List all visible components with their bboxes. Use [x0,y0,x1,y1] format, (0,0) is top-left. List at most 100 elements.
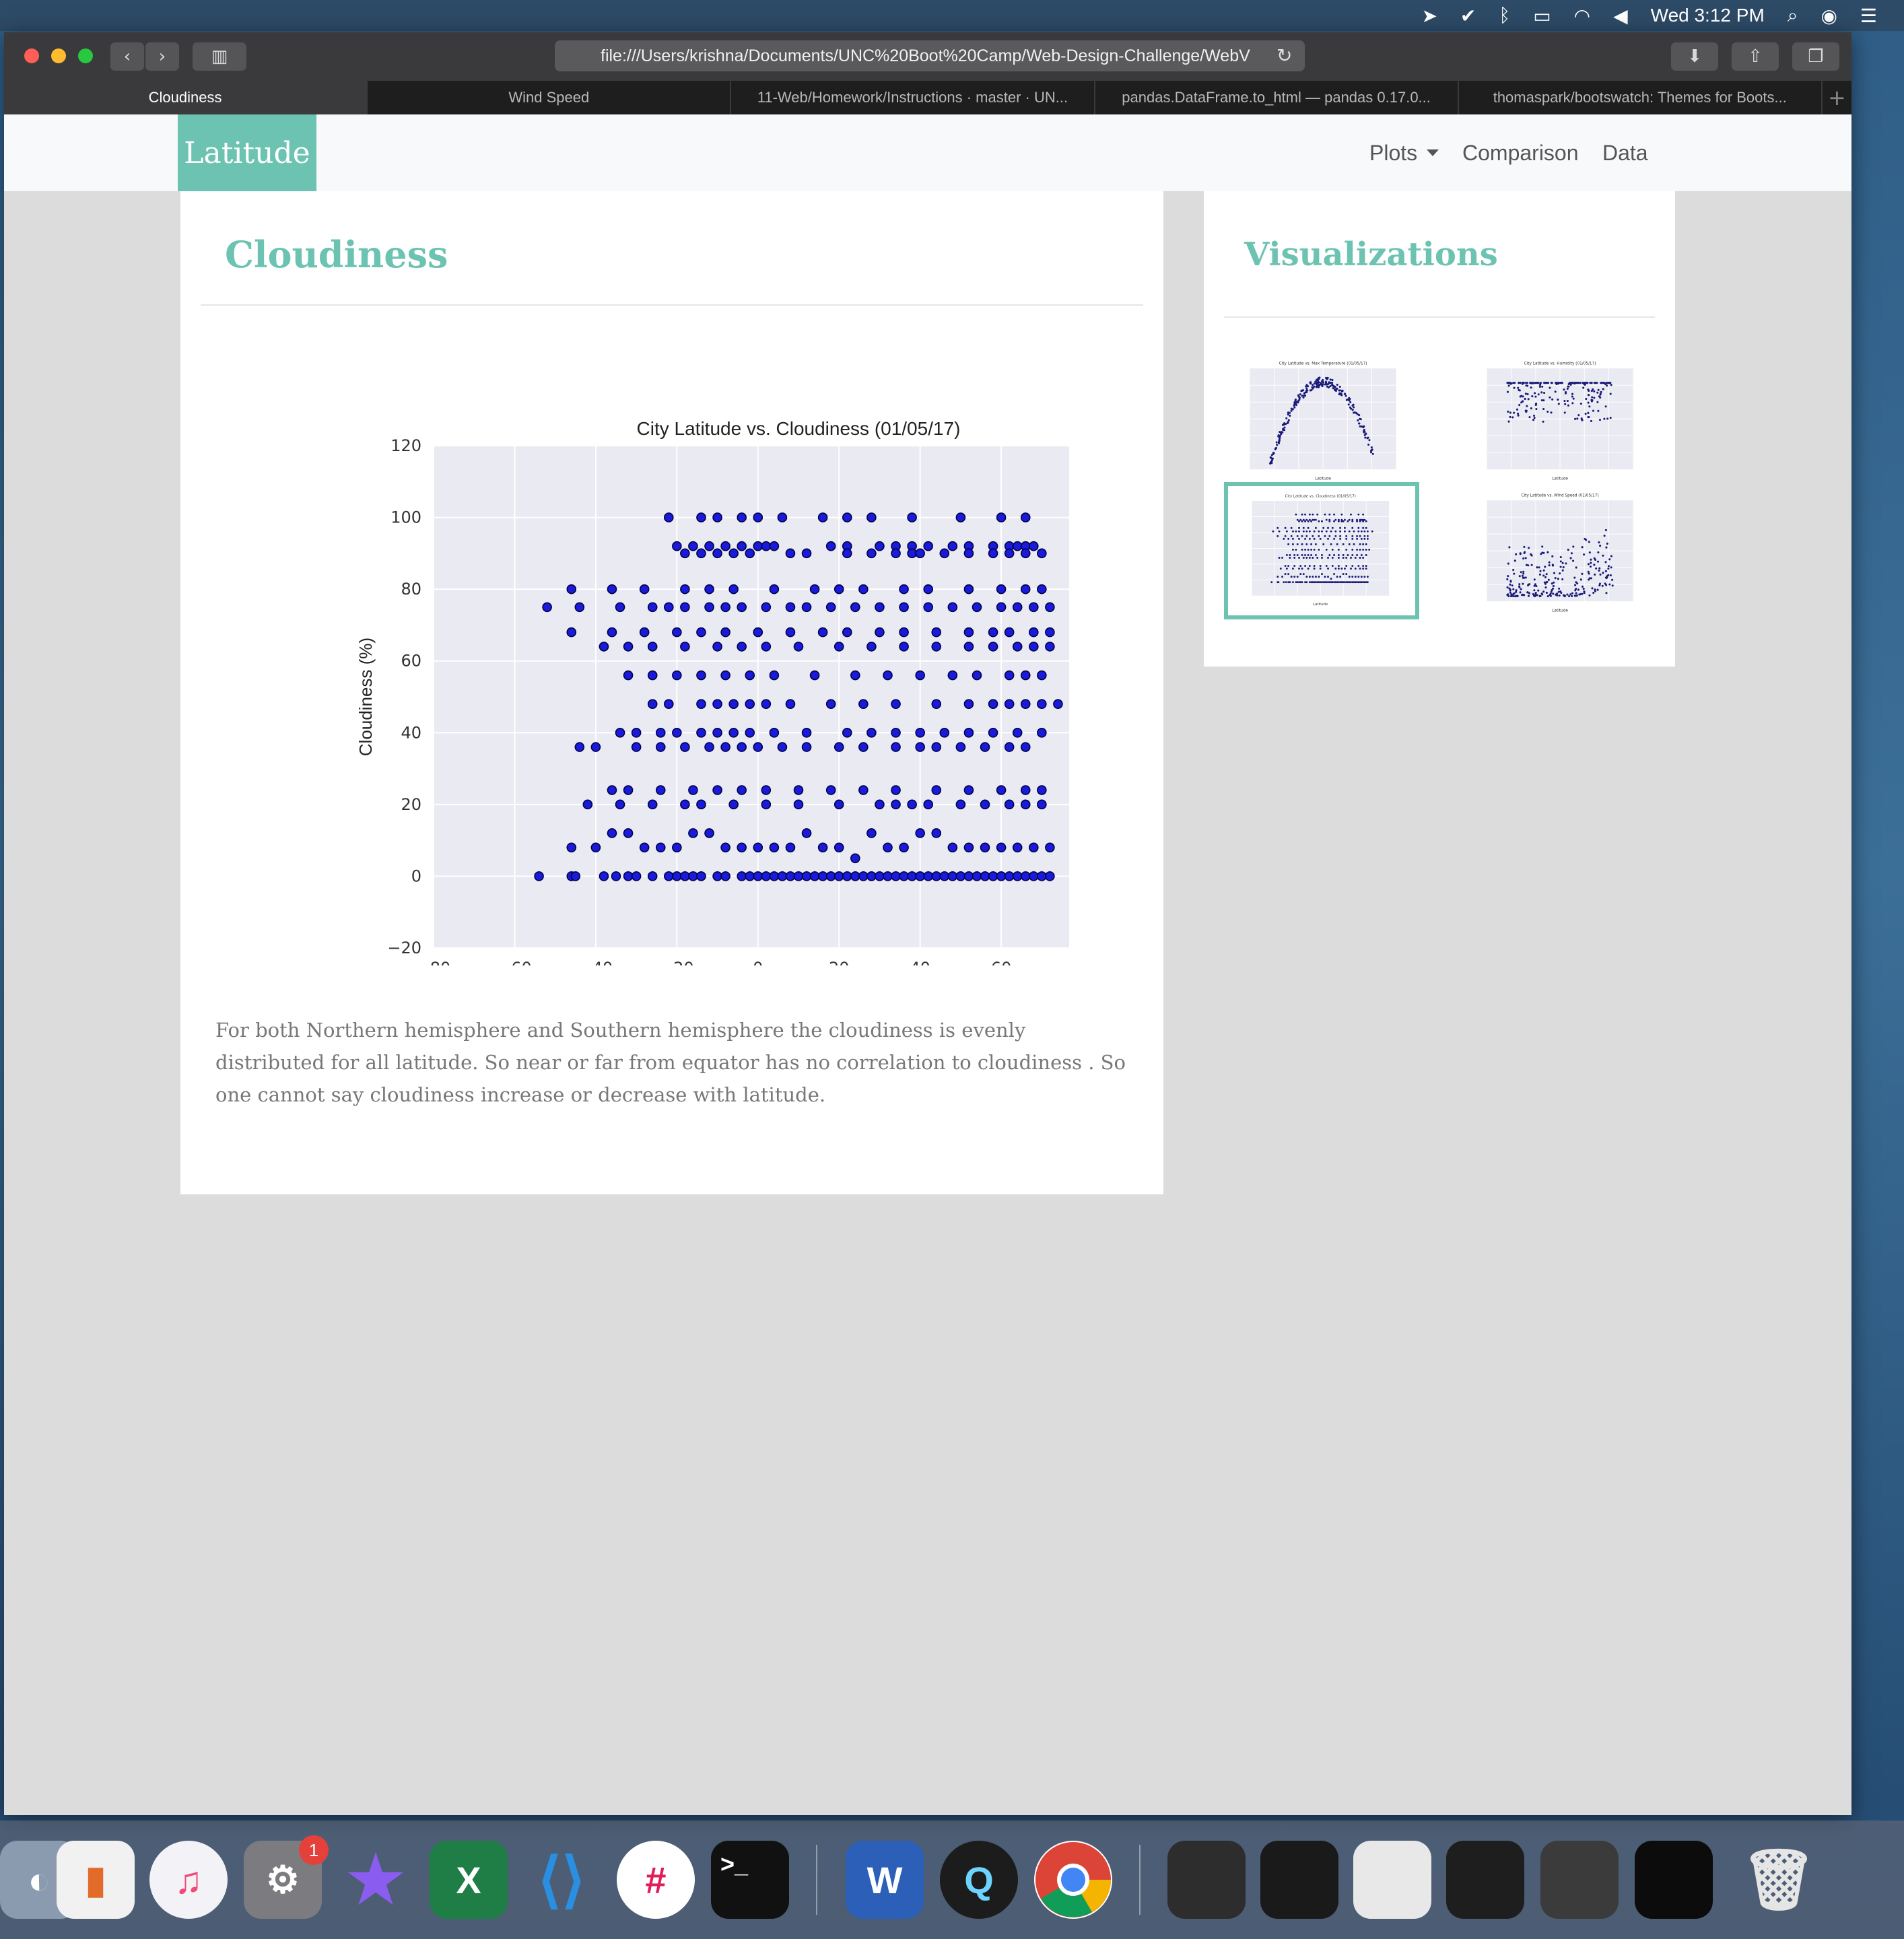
tab-pandas-docs[interactable]: pandas.DataFrame.to_html — pandas 0.17.0… [1095,81,1459,114]
thumb-point [1328,520,1331,522]
data-point [672,627,682,638]
tab-bootswatch[interactable]: thomaspark/bootswatch: Themes for Boots.… [1459,81,1823,114]
sidebar-toggle-button[interactable]: ▥ [193,42,246,71]
thumb-point [1609,393,1612,395]
thumb-point [1366,530,1369,533]
thumb-point [1571,402,1574,405]
spotlight-icon[interactable]: ⌕ [1788,5,1798,27]
terminal-window-thumbnail[interactable] [1635,1841,1713,1919]
quicktime-window-thumbnail[interactable] [1260,1841,1338,1919]
data-point [655,842,666,853]
music-app-icon[interactable]: ♫ [149,1841,228,1919]
thumb-wind-speed[interactable]: City Latitude vs. Wind Speed (01/05/17) L… [1464,485,1659,622]
terminal-app-icon[interactable]: >_ [711,1841,789,1919]
system-preferences-icon[interactable]: ⚙ 1 [244,1835,329,1919]
thumb-point [1365,553,1367,556]
thumb-point [1302,530,1305,533]
thumb-point [1301,513,1303,516]
location-icon[interactable]: ➤ [1421,5,1437,27]
thumb-point [1534,395,1537,398]
tab-overview-button[interactable]: ❐ [1792,42,1839,71]
data-point [842,548,852,559]
trash-icon[interactable]: 🗑 [1740,1841,1818,1919]
thumb-point [1322,526,1325,529]
word-window-thumbnail[interactable] [1353,1841,1431,1919]
analysis-caption: For both Northern hemisphere and Souther… [215,1019,1126,1106]
music-window-thumbnail[interactable] [1167,1841,1246,1919]
thumb-point [1566,387,1569,390]
downloads-button[interactable]: ⬇ [1671,42,1718,71]
imovie-app-icon[interactable]: ★ [337,1841,415,1919]
thumb-point [1318,381,1320,384]
thumb-point [1334,535,1337,537]
thumb-cloudiness[interactable]: City Latitude vs. Cloudiness (01/05/17) L… [1224,482,1419,619]
thumb-point [1353,406,1355,409]
back-button[interactable]: ‹ [110,42,144,71]
data-point [996,871,1007,881]
siri-icon[interactable]: ◉ [1821,5,1837,27]
data-point [647,871,658,881]
thumb-humidity[interactable]: City Latitude vs. Humidity (01/05/17) Lat… [1464,353,1659,490]
thumb-point [1307,385,1310,388]
thumb-max-temp[interactable]: City Latitude vs. Max Temperature (01/05… [1227,353,1422,490]
tab-cloudiness[interactable]: Cloudiness [4,81,368,114]
vscode-window-thumbnail[interactable] [1446,1841,1524,1919]
clock[interactable]: Wed 3:12 PM [1651,5,1765,26]
reload-icon[interactable]: ↻ [1277,44,1292,67]
thumb-point [1557,399,1559,401]
thumb-point [1546,551,1549,553]
thumb-point [1337,520,1340,522]
excel-app-icon[interactable]: X [430,1841,508,1919]
address-bar[interactable]: file:///Users/krishna/Documents/UNC%20Bo… [555,40,1305,71]
share-button[interactable]: ⇧ [1732,42,1779,71]
thumb-point [1512,568,1515,572]
tab-wind-speed[interactable]: Wind Speed [368,81,732,114]
minimize-window-button[interactable] [51,48,66,63]
nav-plots-dropdown[interactable]: Plots [1369,114,1439,191]
navbar-brand[interactable]: Latitude [178,114,316,191]
nav-comparison[interactable]: Comparison [1462,114,1579,191]
word-app-icon[interactable]: W [846,1841,924,1919]
vscode-app-icon[interactable]: ⟨⟩ [522,1841,601,1919]
data-point [1037,785,1047,795]
thumb-title: City Latitude vs. Humidity (01/05/17) [1524,362,1596,366]
data-point [1020,699,1031,709]
data-point [947,602,958,613]
data-point [988,699,998,709]
thumb-point [1527,594,1530,597]
finder-window-thumbnail[interactable] [1540,1841,1619,1919]
airplay-icon[interactable]: ▭ [1533,5,1551,27]
slack-app-icon[interactable]: # [617,1841,695,1919]
data-point [801,742,812,752]
thumb-point [1588,405,1591,408]
data-point [785,871,796,881]
thumb-point [1600,390,1602,393]
thumb-point [1552,584,1555,588]
quicktime-app-icon[interactable]: Q [940,1841,1018,1919]
web-page: Latitude Plots Comparison Data Cloudines… [4,114,1851,1815]
thumb-point [1371,448,1373,451]
chrome-app-icon[interactable] [1034,1841,1112,1919]
data-point [1028,842,1039,853]
forward-button[interactable]: › [145,42,179,71]
thumb-point [1532,382,1535,384]
thumb-point [1345,565,1348,567]
thumb-point [1366,576,1369,578]
menu-list-icon[interactable]: ☰ [1860,5,1877,27]
thumb-point [1301,520,1303,522]
data-point [1012,871,1023,881]
volume-icon[interactable]: ◀ [1613,5,1628,27]
numbers-app-icon[interactable]: ▮ [57,1841,135,1919]
nav-data[interactable]: Data [1602,114,1648,191]
bluetooth-icon[interactable]: ᛒ [1499,5,1510,26]
close-window-button[interactable] [24,48,39,63]
new-tab-button[interactable]: + [1823,81,1851,114]
thumb-point [1603,382,1606,384]
tab-instructions[interactable]: 11-Web/Homework/Instructions · master · … [731,81,1095,114]
zoom-window-button[interactable] [78,48,93,63]
checkmark-icon[interactable]: ✔ [1460,5,1476,27]
wifi-icon[interactable]: ◠ [1574,5,1590,27]
x-tick-label: 60 [991,959,1012,965]
thumb-point [1510,593,1513,596]
thumb-point [1349,401,1352,403]
